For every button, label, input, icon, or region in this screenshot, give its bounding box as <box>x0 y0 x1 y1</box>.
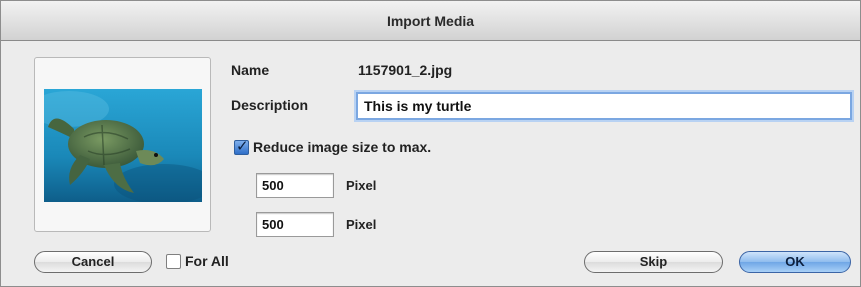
reduce-size-checkbox[interactable]: ✓ <box>234 138 249 155</box>
max-width-input[interactable] <box>256 173 334 198</box>
skip-button[interactable]: Skip <box>584 251 723 273</box>
reduce-size-label: Reduce image size to max. <box>253 139 432 155</box>
preview-panel <box>34 57 211 232</box>
window-title: Import Media <box>1 1 860 41</box>
name-label: Name <box>231 62 270 78</box>
ok-button[interactable]: OK <box>739 251 851 273</box>
for-all-label: For All <box>185 253 229 269</box>
width-unit-label: Pixel <box>346 178 377 193</box>
name-value: 1157901_2.jpg <box>358 62 453 78</box>
height-unit-label: Pixel <box>346 217 377 232</box>
description-input[interactable] <box>356 92 852 120</box>
for-all-checkbox[interactable] <box>166 254 181 269</box>
max-height-input[interactable] <box>256 212 334 237</box>
turtle-photo-icon <box>44 89 202 202</box>
cancel-button[interactable]: Cancel <box>34 251 152 273</box>
checkmark-icon: ✓ <box>236 138 249 155</box>
import-media-dialog: Import Media Name 1157901_2.jpg Descript… <box>0 0 861 287</box>
description-label: Description <box>231 97 309 113</box>
